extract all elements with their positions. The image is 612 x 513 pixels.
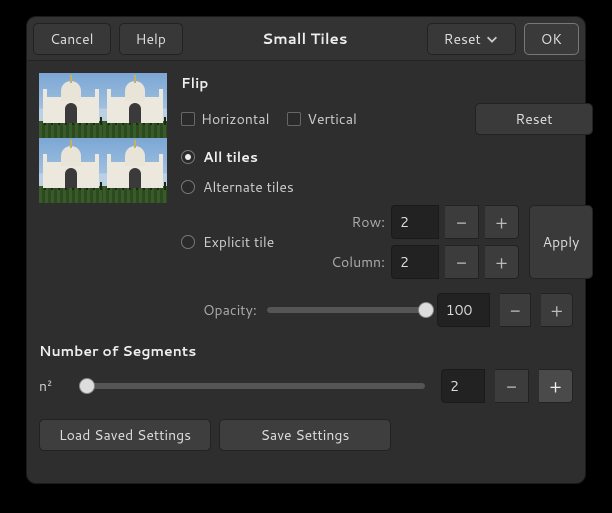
segments-slider[interactable] bbox=[79, 383, 425, 389]
column-input[interactable]: 2 bbox=[391, 245, 439, 279]
titlebar: Cancel Help Small Tiles Reset OK bbox=[27, 17, 585, 61]
preview-image bbox=[39, 73, 167, 203]
slider-knob-icon bbox=[418, 302, 434, 318]
all-tiles-radio[interactable]: All tiles bbox=[181, 145, 593, 169]
column-label: Column: bbox=[321, 252, 385, 272]
opacity-increment-button[interactable]: + bbox=[541, 293, 573, 327]
all-tiles-label: All tiles bbox=[203, 147, 258, 167]
cancel-button[interactable]: Cancel bbox=[33, 23, 111, 55]
row-increment-button[interactable]: + bbox=[485, 205, 519, 239]
row-decrement-button[interactable]: − bbox=[445, 205, 479, 239]
opacity-decrement-button[interactable]: − bbox=[500, 293, 532, 327]
segments-input[interactable]: 2 bbox=[441, 369, 485, 403]
radio-icon bbox=[181, 180, 195, 194]
alternate-tiles-radio[interactable]: Alternate tiles bbox=[181, 175, 593, 199]
checkbox-icon bbox=[181, 112, 195, 126]
horizontal-checkbox[interactable]: Horizontal bbox=[181, 109, 269, 129]
row-input[interactable]: 2 bbox=[391, 205, 439, 239]
n-squared-label: n² bbox=[39, 376, 63, 396]
explicit-tile-radio[interactable]: Explicit tile bbox=[181, 230, 311, 254]
apply-button[interactable]: Apply bbox=[529, 205, 593, 279]
reset-label: Reset bbox=[444, 29, 481, 49]
slider-knob-icon bbox=[79, 378, 95, 394]
checkbox-icon bbox=[287, 112, 301, 126]
radio-icon bbox=[181, 150, 195, 164]
horizontal-label: Horizontal bbox=[201, 109, 269, 129]
opacity-slider[interactable] bbox=[267, 307, 427, 313]
opacity-label: Opacity: bbox=[203, 300, 257, 320]
ok-button[interactable]: OK bbox=[524, 23, 579, 55]
alternate-tiles-label: Alternate tiles bbox=[203, 177, 294, 197]
help-button[interactable]: Help bbox=[119, 23, 183, 55]
segments-heading: Number of Segments bbox=[39, 341, 573, 361]
flip-panel: Flip Horizontal Vertical Reset bbox=[181, 73, 593, 279]
flip-heading: Flip bbox=[181, 73, 593, 93]
row-label: Row: bbox=[321, 212, 385, 232]
dialog-window: Cancel Help Small Tiles Reset OK Flip bbox=[26, 16, 586, 484]
column-decrement-button[interactable]: − bbox=[445, 245, 479, 279]
dialog-content: Flip Horizontal Vertical Reset bbox=[27, 61, 585, 483]
flip-reset-button[interactable]: Reset bbox=[475, 103, 593, 135]
segments-decrement-button[interactable]: − bbox=[495, 369, 529, 403]
vertical-checkbox[interactable]: Vertical bbox=[287, 109, 356, 129]
save-settings-button[interactable]: Save Settings bbox=[219, 419, 391, 451]
vertical-label: Vertical bbox=[307, 109, 356, 129]
radio-icon bbox=[181, 235, 195, 249]
segments-increment-button[interactable]: + bbox=[539, 369, 573, 403]
reset-dropdown-button[interactable]: Reset bbox=[427, 23, 516, 55]
explicit-tile-label: Explicit tile bbox=[203, 232, 274, 252]
opacity-input[interactable]: 100 bbox=[437, 293, 490, 327]
load-saved-settings-button[interactable]: Load Saved Settings bbox=[39, 419, 211, 451]
dialog-title: Small Tiles bbox=[183, 28, 427, 49]
chevron-down-icon bbox=[485, 32, 499, 46]
column-increment-button[interactable]: + bbox=[485, 245, 519, 279]
